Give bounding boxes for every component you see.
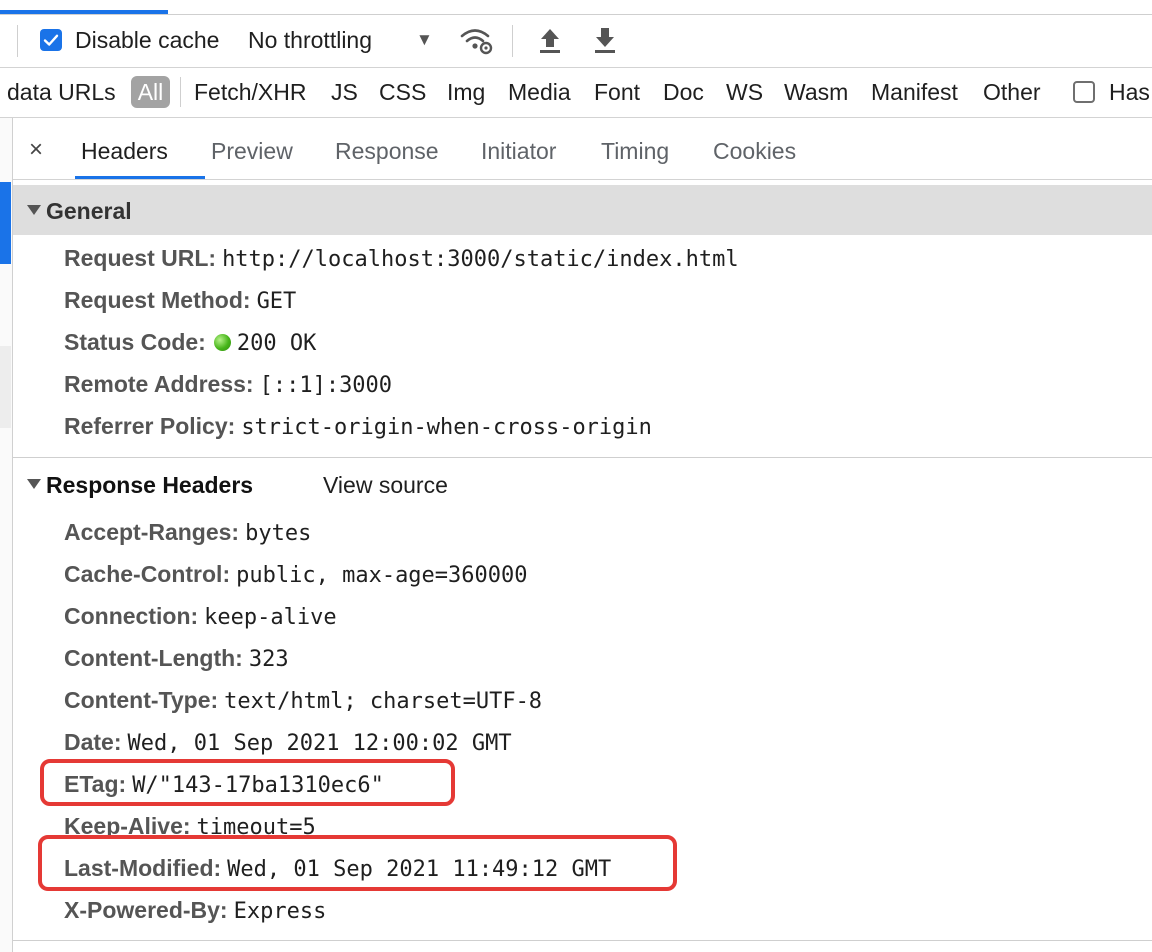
header-row-content-length: Content-Length: 323 [64, 641, 289, 675]
response-headers-section-title: Response Headers [46, 472, 254, 498]
filter-other[interactable]: Other [983, 77, 1041, 107]
header-value: Express [233, 899, 327, 924]
filter-doc[interactable]: Doc [663, 77, 704, 107]
tab-preview[interactable]: Preview [211, 136, 293, 166]
view-source-link[interactable]: View source [323, 471, 448, 499]
general-section-title: General [46, 198, 132, 224]
tab-timing[interactable]: Timing [601, 136, 669, 166]
status-ok-icon [213, 334, 231, 351]
header-key: Content-Type: [64, 687, 219, 713]
expand-triangle-icon[interactable] [27, 479, 41, 489]
header-value: strict-origin-when-cross-origin [241, 415, 652, 440]
active-tab-underline [75, 176, 205, 179]
header-key: Request URL: [64, 245, 217, 271]
header-value: 323 [248, 647, 289, 672]
header-row-request-method: Request Method: GET [64, 283, 296, 317]
close-icon[interactable]: × [29, 138, 43, 162]
tab-headers[interactable]: Headers [81, 136, 168, 166]
header-row-connection: Connection: keep-alive [64, 599, 337, 633]
disable-cache-checkbox[interactable] [40, 29, 62, 51]
header-key: Remote Address: [64, 371, 254, 397]
header-key: Content-Length: [64, 645, 243, 671]
expand-triangle-icon[interactable] [27, 205, 41, 215]
last-modified-highlight-box [38, 835, 677, 891]
general-section-header[interactable]: General [13, 185, 1152, 235]
selected-request-marker[interactable] [0, 182, 11, 264]
filter-fetch-xhr[interactable]: Fetch/XHR [194, 77, 306, 107]
section-divider [13, 940, 1152, 941]
header-row-status-code: Status Code: 200 OK [64, 325, 316, 359]
has-blocked-cookies-label[interactable]: Has [1109, 77, 1150, 107]
header-key: Connection: [64, 603, 199, 629]
request-list-gutter [0, 118, 13, 952]
header-value: GET [256, 289, 297, 314]
header-row-cache-control: Cache-Control: public, max-age=360000 [64, 557, 528, 591]
header-value: [::1]:3000 [259, 373, 393, 398]
toolbar-separator [512, 25, 513, 57]
header-row-accept-ranges: Accept-Ranges: bytes [64, 515, 311, 549]
header-row-date: Date: Wed, 01 Sep 2021 12:00:02 GMT [64, 725, 512, 759]
response-headers-section-header[interactable]: Response Headers View source [13, 459, 1152, 509]
top-tab-strip [0, 0, 1152, 15]
filter-media[interactable]: Media [508, 77, 571, 107]
tab-initiator[interactable]: Initiator [481, 136, 556, 166]
header-key: Status Code: [64, 329, 206, 355]
header-row-remote-address: Remote Address: [::1]:3000 [64, 367, 392, 401]
header-row-referrer-policy: Referrer Policy: strict-origin-when-cross… [64, 409, 652, 443]
header-key: Date: [64, 729, 122, 755]
tab-cookies[interactable]: Cookies [713, 136, 796, 166]
filter-wasm[interactable]: Wasm [784, 77, 848, 107]
header-key: Referrer Policy: [64, 413, 236, 439]
filter-css[interactable]: CSS [379, 77, 426, 107]
section-divider [13, 457, 1152, 458]
filter-img[interactable]: Img [447, 77, 485, 107]
chevron-down-icon[interactable]: ▼ [416, 26, 433, 54]
request-row-marker[interactable] [0, 346, 11, 428]
filter-all[interactable]: All [131, 76, 170, 108]
throttling-select[interactable]: No throttling [248, 26, 372, 54]
disable-cache-label[interactable]: Disable cache [75, 26, 219, 54]
header-value: text/html; charset=UTF-8 [224, 689, 543, 714]
header-key: Cache-Control: [64, 561, 231, 587]
header-row-request-url: Request URL: http://localhost:3000/static… [64, 241, 739, 275]
header-row-x-powered-by: X-Powered-By: Express [64, 893, 326, 927]
header-row-content-type: Content-Type: text/html; charset=UTF-8 [64, 683, 542, 717]
checkmark-icon [43, 34, 59, 46]
network-toolbar: Disable cache No throttling ▼ [0, 15, 1152, 68]
header-key: Request Method: [64, 287, 251, 313]
header-key: Accept-Ranges: [64, 519, 240, 545]
header-value: Wed, 01 Sep 2021 12:00:02 GMT [127, 731, 512, 756]
header-value: public, max-age=360000 [236, 563, 528, 588]
etag-highlight-box [40, 759, 455, 806]
header-value: http://localhost:3000/static/index.html [222, 247, 739, 272]
header-value: 200 OK [236, 331, 317, 356]
export-har-icon[interactable] [592, 25, 618, 55]
filter-manifest[interactable]: Manifest [871, 77, 958, 107]
network-conditions-icon[interactable] [459, 25, 495, 57]
import-har-icon[interactable] [537, 25, 563, 55]
filter-font[interactable]: Font [594, 77, 640, 107]
filter-data-urls[interactable]: data URLs [7, 77, 116, 107]
details-tab-bar: × Headers Preview Response Initiator Tim… [13, 118, 1152, 180]
toolbar-separator [17, 25, 18, 57]
header-value: keep-alive [204, 605, 337, 630]
active-panel-indicator [0, 10, 168, 14]
filter-js[interactable]: JS [331, 77, 358, 107]
header-value: bytes [245, 521, 312, 546]
filter-separator [180, 77, 181, 107]
resource-type-filter-bar: data URLs All Fetch/XHR JS CSS Img Media… [0, 68, 1152, 118]
tab-response[interactable]: Response [335, 136, 439, 166]
header-key: X-Powered-By: [64, 897, 228, 923]
has-blocked-cookies-checkbox[interactable] [1073, 81, 1095, 103]
filter-ws[interactable]: WS [726, 77, 763, 107]
